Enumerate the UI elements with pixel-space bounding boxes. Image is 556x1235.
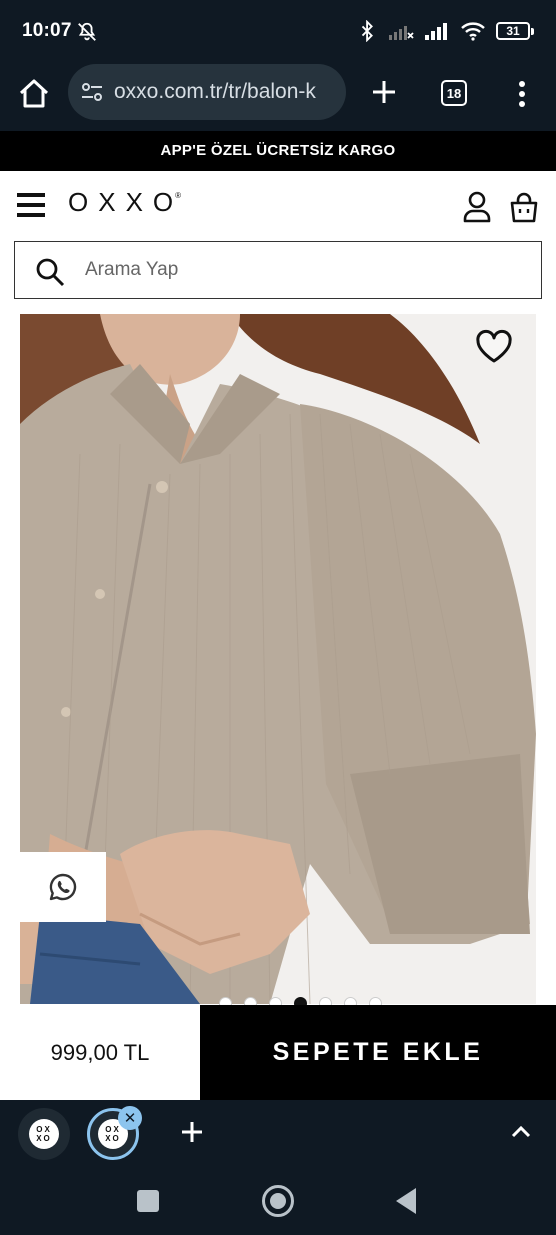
product-price: 999,00 TL — [0, 1005, 200, 1100]
product-image-carousel[interactable] — [20, 314, 536, 1004]
browser-toolbar: oxxo.com.tr/tr/balon-k 18 — [0, 64, 556, 130]
phone-screen: 10:07 31 oxxo.com.tr/tr/balon-k 18 APP'E… — [0, 0, 556, 1235]
whatsapp-button[interactable] — [20, 852, 106, 922]
wifi-icon — [461, 22, 485, 41]
notifications-muted-icon — [78, 22, 96, 41]
home-button[interactable] — [262, 1185, 294, 1217]
more-vert-icon[interactable] — [510, 80, 534, 108]
signal-weak-icon — [389, 26, 414, 40]
user-icon[interactable] — [462, 191, 492, 223]
promo-banner: APP'E ÖZEL ÜCRETSİZ KARGO — [0, 131, 556, 171]
bag-icon[interactable] — [509, 191, 539, 223]
oxxo-logo[interactable]: OXXO® — [68, 187, 189, 218]
signal-icon — [425, 23, 447, 40]
tab-strip: OX XO OX XO ✕ — [0, 1100, 556, 1168]
recents-button[interactable] — [137, 1190, 159, 1212]
battery-level: 31 — [496, 22, 530, 40]
oxxo-favicon: OX XO — [29, 1119, 59, 1149]
tab-thumbnail[interactable]: OX XO — [18, 1108, 70, 1160]
search-icon — [36, 258, 65, 287]
tune-icon[interactable] — [80, 80, 104, 104]
system-nav-bar — [0, 1168, 556, 1235]
plus-icon[interactable] — [178, 1118, 206, 1146]
search-input[interactable] — [85, 254, 515, 286]
battery-icon: 31 — [496, 22, 534, 40]
status-time: 10:07 — [22, 20, 72, 41]
home-icon[interactable] — [16, 76, 52, 112]
site-header: OXXO® — [0, 171, 556, 237]
status-indicators: 31 — [358, 20, 534, 42]
heart-icon[interactable] — [475, 329, 513, 365]
close-tab-icon[interactable]: ✕ — [118, 1106, 142, 1130]
add-to-cart-button[interactable]: SEPETE EKLE — [200, 1005, 556, 1100]
bluetooth-icon — [361, 20, 373, 42]
search-box[interactable] — [14, 241, 542, 299]
whatsapp-icon — [49, 873, 77, 901]
plus-icon[interactable] — [370, 78, 398, 106]
chevron-up-icon[interactable] — [509, 1122, 533, 1142]
web-page: OXXO® Arama Yap 999,00 TL SEPETE EKLE — [0, 171, 556, 1100]
tab-switcher-button[interactable]: 18 — [441, 80, 467, 106]
url-text[interactable]: oxxo.com.tr/tr/balon-k — [114, 80, 316, 104]
buy-bar: 999,00 TL SEPETE EKLE — [0, 1005, 556, 1100]
status-bar: 10:07 31 — [0, 0, 556, 64]
address-bar[interactable]: oxxo.com.tr/tr/balon-k — [68, 64, 346, 120]
menu-icon[interactable] — [17, 193, 45, 217]
back-button[interactable] — [396, 1188, 416, 1214]
